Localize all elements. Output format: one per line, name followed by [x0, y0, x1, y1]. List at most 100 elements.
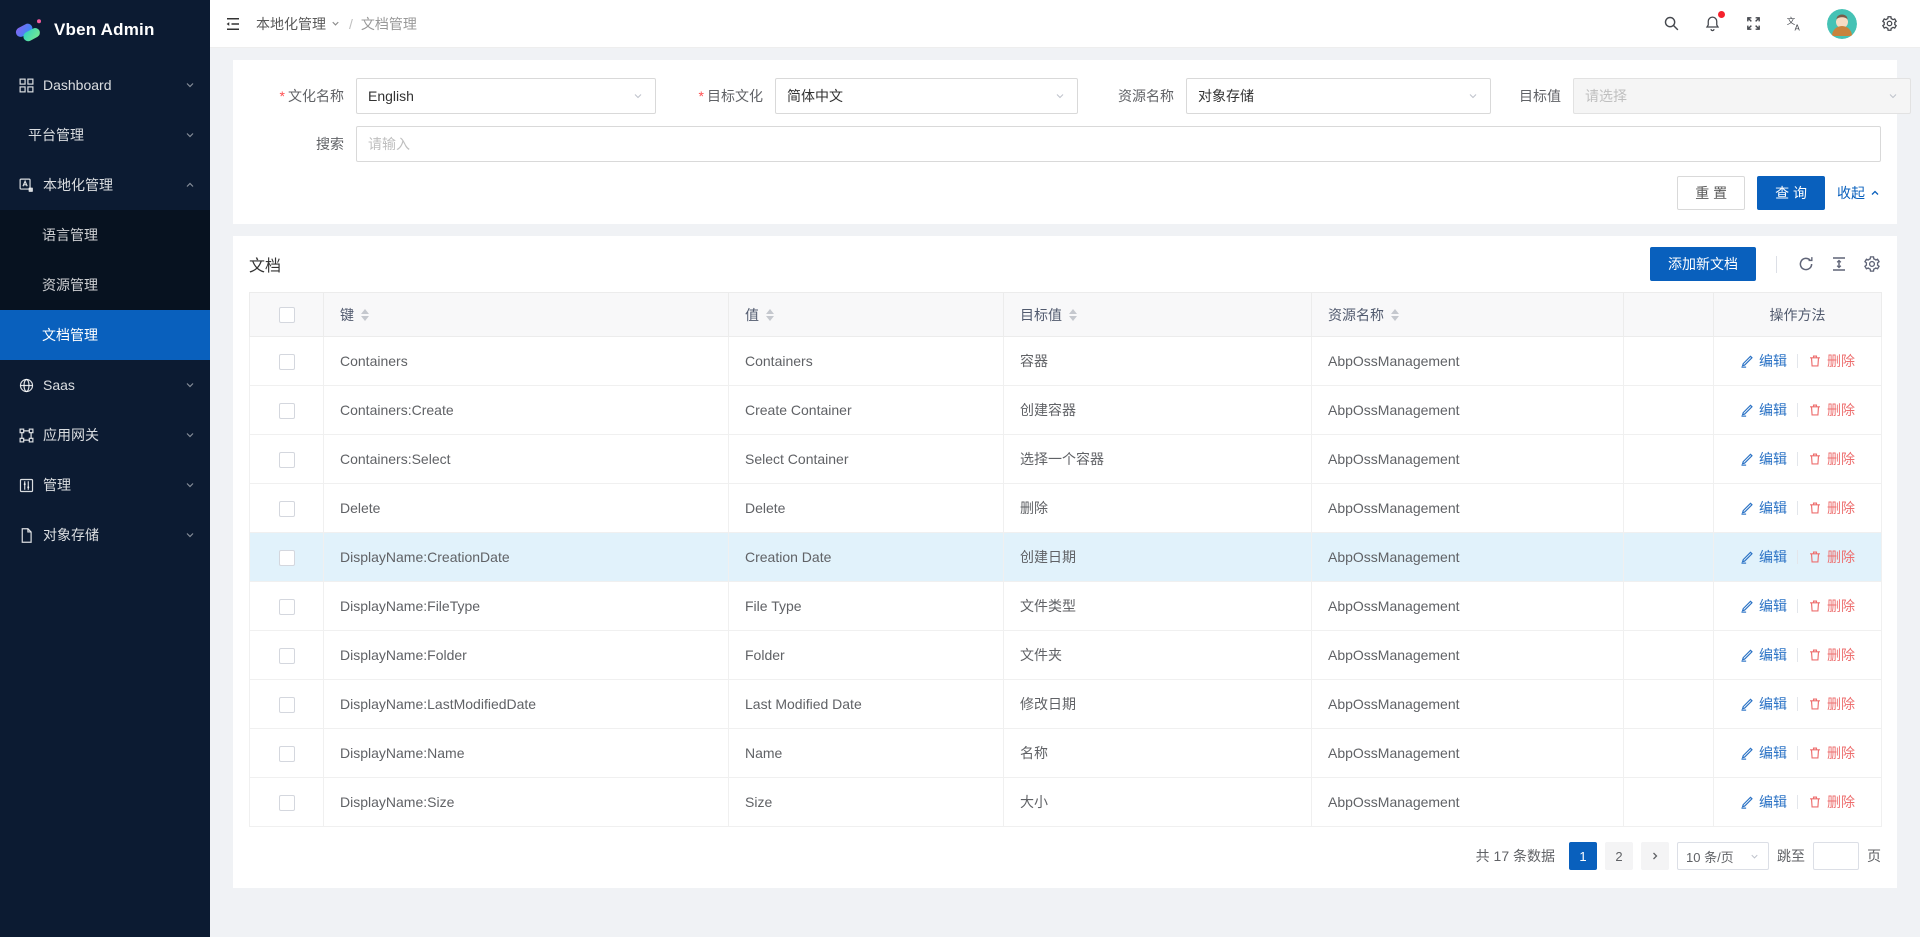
- refresh-icon[interactable]: [1797, 255, 1815, 273]
- cell-key: Delete: [324, 484, 729, 533]
- delete-button[interactable]: 删除: [1808, 547, 1855, 567]
- breadcrumb-parent[interactable]: 本地化管理: [256, 14, 341, 34]
- filter-row-1: *文化名称 English *目标文化 简体中文: [249, 78, 1881, 114]
- delete-button[interactable]: 删除: [1808, 400, 1855, 420]
- table-row: Containers:Create Create Container 创建容器 …: [250, 386, 1882, 435]
- row-checkbox[interactable]: [279, 697, 295, 713]
- chevron-down-icon: [184, 479, 196, 491]
- row-checkbox[interactable]: [279, 452, 295, 468]
- row-checkbox[interactable]: [279, 795, 295, 811]
- delete-button[interactable]: 删除: [1808, 694, 1855, 714]
- sidebar-item-dashboard[interactable]: Dashboard: [0, 60, 210, 110]
- target-value-select[interactable]: 请选择: [1573, 78, 1911, 114]
- resource-name-select[interactable]: 对象存储: [1186, 78, 1491, 114]
- table-settings-gear-icon[interactable]: [1863, 255, 1881, 273]
- cell-value: Containers: [729, 337, 1004, 386]
- next-page-button[interactable]: [1641, 842, 1669, 870]
- settings-gear-icon[interactable]: [1881, 15, 1898, 32]
- delete-button[interactable]: 删除: [1808, 498, 1855, 518]
- chevron-down-icon: [184, 529, 196, 541]
- edit-pencil-icon: [1740, 452, 1754, 466]
- user-avatar[interactable]: [1827, 9, 1857, 39]
- sidebar-item-object-storage[interactable]: 对象存储: [0, 510, 210, 560]
- app-logo[interactable]: Vben Admin: [0, 0, 210, 60]
- edit-button[interactable]: 编辑: [1740, 645, 1787, 665]
- row-checkbox[interactable]: [279, 403, 295, 419]
- cell-value: Name: [729, 729, 1004, 778]
- collapse-toggle[interactable]: 收起: [1837, 183, 1881, 203]
- row-checkbox[interactable]: [279, 501, 295, 517]
- sort-target[interactable]: 目标值: [1020, 305, 1077, 325]
- chevron-down-icon: [1054, 90, 1066, 102]
- row-checkbox[interactable]: [279, 648, 295, 664]
- edit-label: 编辑: [1759, 694, 1787, 714]
- sidebar-item-platform[interactable]: 平台管理: [0, 110, 210, 160]
- reset-button[interactable]: 重 置: [1677, 176, 1745, 210]
- page-size-select[interactable]: 10 条/页: [1677, 842, 1769, 870]
- edit-button[interactable]: 编辑: [1740, 547, 1787, 567]
- row-checkbox[interactable]: [279, 599, 295, 615]
- sidebar-item-management[interactable]: 管理: [0, 460, 210, 510]
- table-row: Delete Delete 删除 AbpOssManagement 编辑 删除: [250, 484, 1882, 533]
- trash-icon: [1808, 746, 1822, 760]
- target-culture-value: 简体中文: [787, 86, 1054, 106]
- page-size-value: 10 条/页: [1686, 847, 1741, 866]
- sort-value[interactable]: 值: [745, 305, 774, 325]
- jump-page-input[interactable]: [1813, 842, 1859, 870]
- translate-icon[interactable]: 文 A: [1786, 15, 1803, 32]
- sidebar-item-gateway[interactable]: 应用网关: [0, 410, 210, 460]
- table-row-highlighted: DisplayName:CreationDate Creation Date 创…: [250, 533, 1882, 582]
- edit-button[interactable]: 编辑: [1740, 792, 1787, 812]
- target-value-group: 目标值 请选择: [1507, 78, 1911, 114]
- edit-button[interactable]: 编辑: [1740, 351, 1787, 371]
- delete-button[interactable]: 删除: [1808, 596, 1855, 616]
- culture-name-select[interactable]: English: [356, 78, 656, 114]
- divider: [1776, 256, 1777, 273]
- sidebar-item-resource-mgmt[interactable]: 资源管理: [0, 260, 210, 310]
- search-label: 搜索: [249, 134, 356, 154]
- delete-label: 删除: [1827, 547, 1855, 567]
- edit-button[interactable]: 编辑: [1740, 449, 1787, 469]
- target-value-label: 目标值: [1507, 86, 1573, 106]
- sidebar-item-language-mgmt[interactable]: 语言管理: [0, 210, 210, 260]
- culture-name-group: *文化名称 English: [249, 78, 656, 114]
- target-value-placeholder: 请选择: [1585, 86, 1887, 106]
- row-checkbox[interactable]: [279, 746, 295, 762]
- add-document-button[interactable]: 添加新文档: [1650, 247, 1756, 281]
- edit-button[interactable]: 编辑: [1740, 498, 1787, 518]
- sidebar-item-localization[interactable]: 本地化管理: [0, 160, 210, 210]
- sort-resource[interactable]: 资源名称: [1328, 305, 1399, 325]
- cell-empty: [1624, 533, 1714, 582]
- row-checkbox[interactable]: [279, 550, 295, 566]
- delete-button[interactable]: 删除: [1808, 645, 1855, 665]
- column-height-icon[interactable]: [1830, 255, 1848, 273]
- delete-label: 删除: [1827, 596, 1855, 616]
- edit-button[interactable]: 编辑: [1740, 743, 1787, 763]
- page-button-1[interactable]: 1: [1569, 842, 1597, 870]
- select-all-checkbox[interactable]: [279, 307, 295, 323]
- sort-key[interactable]: 键: [340, 305, 369, 325]
- cell-resource: AbpOssManagement: [1312, 729, 1624, 778]
- edit-pencil-icon: [1740, 403, 1754, 417]
- edit-pencil-icon: [1740, 550, 1754, 564]
- search-input[interactable]: [356, 126, 1881, 162]
- edit-button[interactable]: 编辑: [1740, 400, 1787, 420]
- row-checkbox[interactable]: [279, 354, 295, 370]
- cell-target: 大小: [1004, 778, 1312, 827]
- target-culture-select[interactable]: 简体中文: [775, 78, 1078, 114]
- delete-button[interactable]: 删除: [1808, 792, 1855, 812]
- delete-button[interactable]: 删除: [1808, 743, 1855, 763]
- query-button[interactable]: 查 询: [1757, 176, 1825, 210]
- fullscreen-icon[interactable]: [1745, 15, 1762, 32]
- delete-button[interactable]: 删除: [1808, 351, 1855, 371]
- sidebar-item-document-mgmt[interactable]: 文档管理: [0, 310, 210, 360]
- edit-button[interactable]: 编辑: [1740, 694, 1787, 714]
- page-button-2[interactable]: 2: [1605, 842, 1633, 870]
- sidebar-item-saas[interactable]: Saas: [0, 360, 210, 410]
- delete-button[interactable]: 删除: [1808, 449, 1855, 469]
- edit-button[interactable]: 编辑: [1740, 596, 1787, 616]
- search-icon[interactable]: [1663, 15, 1680, 32]
- menu-fold-icon[interactable]: [224, 15, 242, 33]
- cell-target: 创建日期: [1004, 533, 1312, 582]
- notification-bell-icon[interactable]: [1704, 15, 1721, 32]
